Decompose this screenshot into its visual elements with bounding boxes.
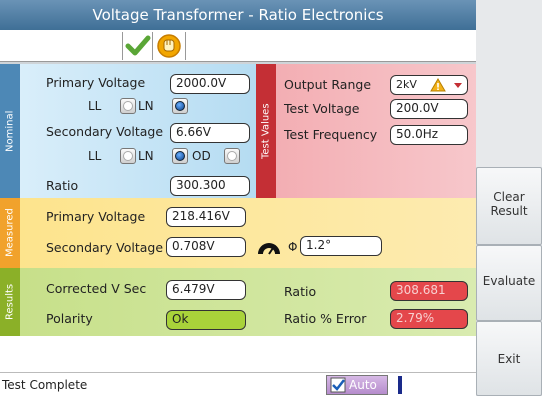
secondary-ln-label: LN — [138, 149, 154, 163]
output-range-value: 2kV — [396, 78, 417, 91]
status-text: Test Complete — [2, 378, 88, 392]
measured-section-label: Measured — [4, 208, 16, 258]
test-frequency-field[interactable]: 50.0Hz — [390, 125, 468, 145]
test-voltage-label: Test Voltage — [284, 101, 360, 116]
measured-secondary-voltage-label: Secondary Voltage — [46, 240, 164, 255]
corrected-v-sec-field: 6.479V — [166, 280, 246, 300]
toolbar — [0, 30, 476, 62]
warning-icon — [430, 78, 446, 92]
hand-icon — [157, 34, 181, 58]
nominal-section-label: Nominal — [4, 110, 16, 152]
polarity-label: Polarity — [46, 311, 93, 326]
blank-area — [0, 336, 476, 372]
corrected-v-sec-label: Corrected V Sec — [46, 281, 147, 296]
primary-ln-radio[interactable] — [172, 98, 188, 114]
secondary-od-label: OD — [192, 149, 211, 163]
checkmark-icon — [125, 35, 151, 56]
clear-result-label: Clear Result — [490, 190, 528, 218]
clear-result-button[interactable]: Clear Result — [476, 167, 542, 245]
nominal-ratio-label: Ratio — [46, 178, 79, 193]
nominal-ratio-field[interactable]: 300.300 — [170, 176, 250, 196]
window-title: Voltage Transformer - Ratio Electronics — [0, 0, 476, 30]
auto-toggle[interactable]: Auto — [326, 375, 388, 395]
primary-ln-label: LN — [138, 99, 154, 113]
nominal-primary-voltage-field[interactable]: 2000.0V — [170, 74, 250, 94]
nominal-secondary-voltage-label: Secondary Voltage — [46, 124, 164, 139]
status-bar: Test Complete Auto — [0, 372, 476, 396]
nominal-primary-voltage-label: Primary Voltage — [46, 75, 146, 90]
chevron-down-icon — [454, 83, 462, 88]
results-ratio-field: 308.681 — [390, 281, 468, 301]
exit-label: Exit — [497, 352, 521, 366]
primary-ll-radio[interactable] — [120, 98, 136, 114]
phase-angle-field: 1.2° — [300, 236, 382, 256]
ratio-error-field: 2.79% — [390, 309, 468, 329]
confirm-button[interactable] — [122, 32, 153, 60]
test-frequency-label: Test Frequency — [284, 127, 378, 142]
secondary-ll-radio[interactable] — [120, 148, 136, 164]
ratio-error-label: Ratio % Error — [284, 311, 367, 326]
secondary-ln-radio[interactable] — [172, 148, 188, 164]
checkbox-checked-icon — [330, 377, 346, 393]
test-voltage-field[interactable]: 200.0V — [390, 99, 468, 119]
measured-secondary-voltage-field: 0.708V — [166, 237, 246, 257]
nominal-secondary-voltage-field[interactable]: 6.66V — [170, 123, 250, 143]
polarity-field: Ok — [166, 310, 246, 330]
phi-symbol: Φ — [288, 240, 298, 254]
measured-primary-voltage-field: 218.416V — [166, 207, 246, 227]
output-range-dropdown[interactable]: 2kV — [390, 75, 468, 95]
phase-meter-icon — [258, 243, 280, 255]
secondary-ll-label: LL — [88, 149, 102, 163]
auto-label: Auto — [349, 378, 377, 392]
status-indicator — [398, 376, 402, 394]
primary-ll-label: LL — [88, 99, 102, 113]
output-range-label: Output Range — [284, 77, 372, 92]
exit-button[interactable]: Exit — [476, 321, 542, 396]
test-values-section-label: Test Values — [260, 103, 272, 159]
measured-primary-voltage-label: Primary Voltage — [46, 209, 146, 224]
results-ratio-label: Ratio — [284, 284, 317, 299]
manual-mode-button[interactable] — [152, 32, 186, 60]
evaluate-label: Evaluate — [482, 274, 536, 288]
results-section-label: Results — [4, 283, 16, 321]
evaluate-button[interactable]: Evaluate — [476, 245, 542, 321]
secondary-od-radio[interactable] — [224, 148, 240, 164]
